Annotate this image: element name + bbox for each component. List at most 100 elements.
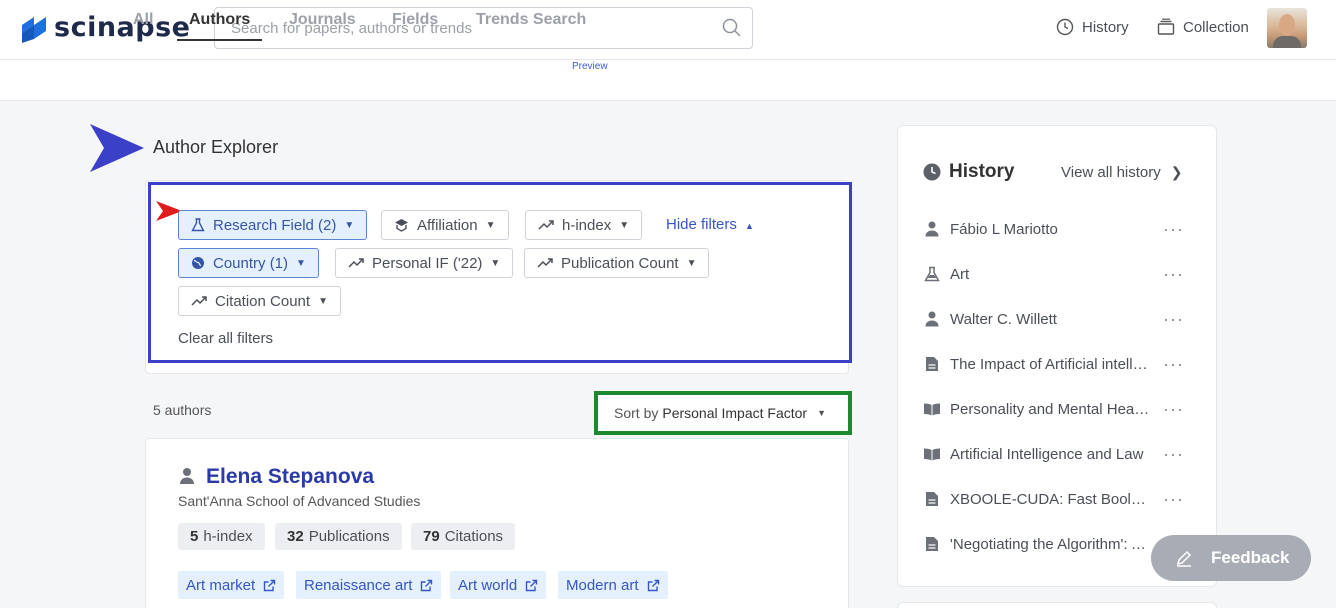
filter-h-index[interactable]: h-index ▼ (525, 210, 643, 240)
tab-trends-search[interactable]: Trends Search (476, 11, 586, 41)
flask-icon (922, 266, 942, 282)
more-icon[interactable]: ··· (1163, 309, 1184, 330)
document-icon (922, 356, 942, 372)
stat-label: Citations (444, 528, 504, 545)
stat-value: 79 (423, 528, 440, 545)
tab-bar (0, 60, 1336, 101)
history-item[interactable]: XBOOLE-CUDA: Fast Boolean ··· (922, 488, 1188, 510)
more-icon[interactable]: ··· (1163, 444, 1184, 465)
filter-citation-count[interactable]: Citation Count ▼ (178, 286, 341, 316)
clock-icon (923, 163, 941, 181)
trending-icon (537, 258, 553, 268)
filter-personal-if-label: Personal IF ('22) (372, 254, 483, 272)
hide-filters-button[interactable]: Hide filters ▲ (666, 216, 754, 233)
history-item[interactable]: Artificial Intelligence and Law ··· (922, 443, 1188, 465)
stat-value: 32 (287, 528, 304, 545)
sort-prefix: Sort by (614, 405, 659, 421)
clear-all-filters-button[interactable]: Clear all filters (178, 330, 273, 347)
filter-publication-count[interactable]: Publication Count ▼ (524, 248, 710, 278)
filter-affiliation[interactable]: Affiliation ▼ (381, 210, 509, 240)
history-nav[interactable]: History (1056, 18, 1129, 36)
history-item[interactable]: 'Negotiating the Algorithm': Automation·… (922, 533, 1188, 555)
chevron-down-icon: ▼ (344, 219, 355, 231)
history-item[interactable]: The Impact of Artificial intelligence ··· (922, 353, 1188, 375)
filter-research-field[interactable]: Research Field (2) ▼ (178, 210, 368, 240)
history-item[interactable]: Fábio L Mariotto ··· (922, 218, 1188, 240)
preview-badge: Preview (572, 61, 608, 72)
filter-publication-count-label: Publication Count (561, 254, 679, 272)
tab-journals[interactable]: Journals (289, 11, 356, 41)
result-count: 5 authors (153, 402, 212, 418)
field-tag[interactable]: Art world (450, 571, 547, 599)
history-item-label: The Impact of Artificial intelligence (950, 355, 1150, 373)
more-icon[interactable]: ··· (1163, 219, 1184, 240)
field-tag[interactable]: Modern art (558, 571, 668, 599)
chevron-down-icon: ▼ (686, 257, 697, 269)
collection-icon (1157, 18, 1175, 35)
view-all-history-label: View all history (1061, 164, 1161, 181)
collection-nav[interactable]: Collection (1157, 18, 1249, 36)
history-item-label: Personality and Mental Health (950, 400, 1150, 418)
book-icon (922, 402, 942, 416)
external-link-icon (263, 579, 276, 591)
more-icon[interactable]: ··· (1163, 489, 1184, 510)
person-icon (922, 221, 942, 237)
stat-citations: 79 Citations (411, 523, 516, 550)
logo-icon (22, 16, 46, 43)
filter-country-label: Country (1) (213, 254, 289, 272)
annotation-arrow (90, 124, 144, 172)
author-name-link[interactable]: Elena Stepanova (206, 465, 374, 489)
tab-fields[interactable]: Fields (392, 11, 438, 41)
globe-icon (192, 257, 204, 269)
external-link-icon (647, 579, 659, 591)
field-tag-label: Renaissance art (304, 576, 413, 594)
book-icon (922, 447, 942, 461)
tab-authors[interactable]: Authors (176, 11, 263, 41)
secondary-panel (897, 602, 1217, 608)
field-tag-label: Modern art (566, 576, 639, 594)
history-item-label: XBOOLE-CUDA: Fast Boolean (950, 490, 1150, 508)
institution-icon (395, 219, 408, 232)
history-item[interactable]: Personality and Mental Health ··· (922, 398, 1188, 420)
feedback-button[interactable]: Feedback (1151, 535, 1311, 581)
chevron-down-icon: ▼ (817, 408, 827, 418)
clock-icon (1056, 18, 1074, 36)
logo[interactable]: scinapse (22, 12, 190, 43)
avatar[interactable] (1267, 8, 1307, 48)
chevron-right-icon: ❯ (1170, 164, 1183, 180)
chevron-down-icon: ▼ (318, 295, 328, 307)
view-all-history-link[interactable]: View all history ❯ (1061, 164, 1183, 181)
stat-value: 5 (190, 528, 199, 545)
search-input[interactable] (215, 8, 695, 48)
filter-country[interactable]: Country (1) ▼ (178, 248, 319, 278)
stat-label: h-index (203, 528, 253, 545)
trending-icon (191, 296, 207, 306)
document-icon (922, 536, 942, 552)
filter-citation-count-label: Citation Count (215, 292, 311, 310)
external-link-icon (421, 579, 433, 591)
stat-publications: 32 Publications (275, 523, 402, 550)
pencil-icon (1176, 550, 1192, 567)
collection-nav-label: Collection (1183, 18, 1249, 36)
history-nav-label: History (1082, 18, 1129, 36)
more-icon[interactable]: ··· (1163, 354, 1184, 375)
hide-filters-label: Hide filters (666, 216, 737, 233)
search-icon[interactable] (722, 18, 742, 38)
logo-text: scinapse (54, 12, 191, 43)
history-item[interactable]: Art ··· (922, 263, 1188, 285)
tab-all[interactable]: All (133, 11, 153, 41)
external-link-icon (525, 579, 538, 591)
more-icon[interactable]: ··· (1163, 264, 1184, 285)
field-tag[interactable]: Renaissance art (296, 571, 442, 599)
history-item[interactable]: Walter C. Willett ··· (922, 308, 1188, 330)
filter-personal-if[interactable]: Personal IF ('22) ▼ (335, 248, 514, 278)
stat-h-index: 5 h-index (178, 523, 265, 550)
chevron-up-icon: ▲ (745, 221, 754, 231)
history-item-label: Artificial Intelligence and Law (950, 445, 1144, 463)
field-tag[interactable]: Art market (178, 571, 285, 599)
chevron-down-icon: ▼ (485, 219, 496, 231)
filter-h-index-label: h-index (562, 216, 612, 234)
sort-dropdown[interactable]: Sort by Personal Impact Factor ▼ (594, 391, 852, 435)
history-item-label: 'Negotiating the Algorithm': Automation (950, 535, 1150, 553)
more-icon[interactable]: ··· (1163, 399, 1184, 420)
